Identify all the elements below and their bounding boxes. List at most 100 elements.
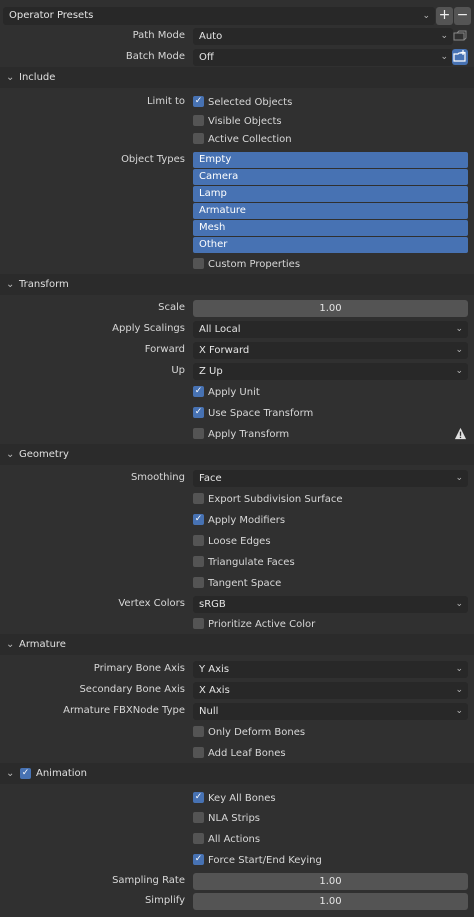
smoothing-dropdown[interactable]: Face ⌄ bbox=[193, 470, 468, 487]
up-row: Up Z Up ⌄ bbox=[0, 361, 474, 381]
force-keying-label: Force Start/End Keying bbox=[208, 855, 322, 866]
chevron-down-icon: ⌄ bbox=[6, 768, 15, 779]
apply-unit-checkbox[interactable]: ✓ Apply Unit bbox=[193, 385, 260, 400]
simplify-field[interactable]: 1.00 bbox=[193, 893, 468, 910]
force-keying-row: ✓ Force Start/End Keying bbox=[0, 850, 474, 870]
apply-scalings-dropdown[interactable]: All Local ⌄ bbox=[193, 321, 468, 338]
sampling-rate-row: Sampling Rate 1.00 bbox=[0, 871, 474, 891]
geometry-section-header[interactable]: ⌄ Geometry bbox=[0, 444, 474, 465]
vertex-colors-row: Vertex Colors sRGB ⌄ bbox=[0, 594, 474, 614]
chevron-down-icon: ⌄ bbox=[455, 345, 463, 355]
transform-section-header[interactable]: ⌄ Transform bbox=[0, 274, 474, 295]
active-collection-checkbox[interactable]: Active Collection bbox=[193, 132, 292, 147]
scale-field[interactable]: 1.00 bbox=[193, 300, 468, 317]
chevron-down-icon: ⌄ bbox=[6, 639, 15, 650]
transform-title: Transform bbox=[19, 279, 69, 290]
nla-strips-checkbox[interactable]: NLA Strips bbox=[193, 811, 260, 826]
armature-section-header[interactable]: ⌄ Armature bbox=[0, 634, 474, 655]
fbx-node-type-dropdown[interactable]: Null ⌄ bbox=[193, 703, 468, 720]
up-dropdown[interactable]: Z Up ⌄ bbox=[193, 363, 468, 380]
chevron-down-icon: ⌄ bbox=[455, 324, 463, 334]
export-subdivision-checkbox[interactable]: Export Subdivision Surface bbox=[193, 492, 343, 507]
chevron-down-icon: ⌄ bbox=[6, 449, 15, 460]
forward-dropdown[interactable]: X Forward ⌄ bbox=[193, 342, 468, 359]
apply-scalings-value: All Local bbox=[199, 324, 241, 335]
check-icon: ✓ bbox=[193, 514, 204, 525]
vertex-colors-dropdown[interactable]: sRGB ⌄ bbox=[193, 596, 468, 613]
object-type-lamp[interactable]: Lamp bbox=[193, 186, 468, 202]
batch-own-dir-icon[interactable] bbox=[452, 49, 468, 65]
prioritize-active-color-checkbox[interactable]: Prioritize Active Color bbox=[193, 617, 315, 632]
all-actions-checkbox[interactable]: All Actions bbox=[193, 832, 260, 847]
tangent-space-row: Tangent Space bbox=[0, 573, 474, 593]
path-mode-value: Auto bbox=[199, 31, 223, 42]
embed-textures-icon[interactable] bbox=[452, 28, 468, 44]
nla-strips-label: NLA Strips bbox=[208, 813, 261, 824]
force-keying-checkbox[interactable]: ✓ Force Start/End Keying bbox=[193, 853, 322, 868]
chevron-down-icon: ⌄ bbox=[455, 706, 463, 716]
apply-transform-label: Apply Transform bbox=[208, 429, 290, 440]
loose-edges-checkbox[interactable]: Loose Edges bbox=[193, 534, 271, 549]
primary-bone-axis-dropdown[interactable]: Y Axis ⌄ bbox=[193, 661, 468, 678]
add-preset-button[interactable]: + bbox=[436, 7, 453, 25]
checkbox-box bbox=[193, 258, 204, 269]
apply-transform-checkbox[interactable]: Apply Transform bbox=[193, 427, 289, 442]
operator-presets-dropdown[interactable]: Operator Presets ⌄ bbox=[3, 7, 435, 25]
batch-mode-dropdown[interactable]: Off ⌄ bbox=[193, 49, 453, 66]
apply-transform-row: Apply Transform bbox=[0, 424, 474, 444]
object-type-camera[interactable]: Camera bbox=[193, 169, 468, 185]
limit-to-label: Limit to bbox=[146, 96, 185, 107]
chevron-down-icon: ⌄ bbox=[440, 52, 448, 62]
secondary-bone-axis-dropdown[interactable]: X Axis ⌄ bbox=[193, 682, 468, 699]
include-section-header[interactable]: ⌄ Include bbox=[0, 67, 474, 88]
apply-scalings-row: Apply Scalings All Local ⌄ bbox=[0, 319, 474, 339]
animation-section-header[interactable]: ⌄ ✓ Animation bbox=[0, 763, 474, 784]
animation-enable-checkbox[interactable]: ✓ bbox=[20, 768, 31, 779]
selected-objects-checkbox[interactable]: ✓ Selected Objects bbox=[193, 95, 292, 110]
custom-properties-row: Custom Properties bbox=[0, 254, 474, 274]
include-title: Include bbox=[19, 72, 56, 83]
chevron-down-icon: ⌄ bbox=[455, 599, 463, 609]
use-space-transform-checkbox[interactable]: ✓ Use Space Transform bbox=[193, 406, 313, 421]
object-types-label: Object Types bbox=[121, 154, 185, 165]
chevron-down-icon: ⌄ bbox=[6, 72, 15, 83]
prioritize-active-color-row: Prioritize Active Color bbox=[0, 614, 474, 634]
use-space-transform-label: Use Space Transform bbox=[208, 408, 314, 419]
apply-modifiers-label: Apply Modifiers bbox=[208, 515, 286, 526]
add-leaf-bones-checkbox[interactable]: Add Leaf Bones bbox=[193, 746, 286, 761]
smoothing-label: Smoothing bbox=[130, 472, 185, 483]
object-type-mesh[interactable]: Mesh bbox=[193, 220, 468, 236]
apply-modifiers-row: ✓ Apply Modifiers bbox=[0, 510, 474, 530]
path-mode-row: Path Mode Auto ⌄ bbox=[0, 26, 474, 46]
visible-objects-row: Visible Objects bbox=[0, 111, 474, 131]
secondary-bone-axis-label: Secondary Bone Axis bbox=[79, 684, 185, 695]
active-collection-row: Active Collection bbox=[0, 129, 474, 149]
tangent-space-checkbox[interactable]: Tangent Space bbox=[193, 576, 281, 591]
add-leaf-bones-row: Add Leaf Bones bbox=[0, 743, 474, 763]
chevron-down-icon: ⌄ bbox=[455, 473, 463, 483]
object-type-armature[interactable]: Armature bbox=[193, 203, 468, 219]
limit-to-row: Limit to ✓ Selected Objects bbox=[0, 92, 474, 112]
apply-unit-row: ✓ Apply Unit bbox=[0, 382, 474, 402]
export-subdivision-row: Export Subdivision Surface bbox=[0, 489, 474, 509]
checkbox-box bbox=[193, 535, 204, 546]
custom-properties-checkbox[interactable]: Custom Properties bbox=[193, 257, 300, 272]
checkbox-box bbox=[193, 115, 204, 126]
triangulate-faces-checkbox[interactable]: Triangulate Faces bbox=[193, 555, 295, 570]
object-type-empty[interactable]: Empty bbox=[193, 152, 468, 168]
chevron-down-icon: ⌄ bbox=[422, 11, 430, 21]
batch-mode-value: Off bbox=[199, 52, 214, 63]
sampling-rate-field[interactable]: 1.00 bbox=[193, 873, 468, 890]
visible-objects-checkbox[interactable]: Visible Objects bbox=[193, 114, 282, 129]
forward-label: Forward bbox=[144, 344, 185, 355]
secondary-bone-axis-row: Secondary Bone Axis X Axis ⌄ bbox=[0, 680, 474, 700]
vertex-colors-label: Vertex Colors bbox=[118, 598, 185, 609]
path-mode-label: Path Mode bbox=[132, 30, 185, 41]
only-deform-bones-checkbox[interactable]: Only Deform Bones bbox=[193, 725, 305, 740]
apply-modifiers-checkbox[interactable]: ✓ Apply Modifiers bbox=[193, 513, 285, 528]
tangent-space-label: Tangent Space bbox=[208, 578, 282, 589]
key-all-bones-checkbox[interactable]: ✓ Key All Bones bbox=[193, 791, 276, 806]
object-type-other[interactable]: Other bbox=[193, 237, 468, 253]
path-mode-dropdown[interactable]: Auto ⌄ bbox=[193, 28, 453, 45]
remove-preset-button[interactable]: − bbox=[454, 7, 471, 25]
